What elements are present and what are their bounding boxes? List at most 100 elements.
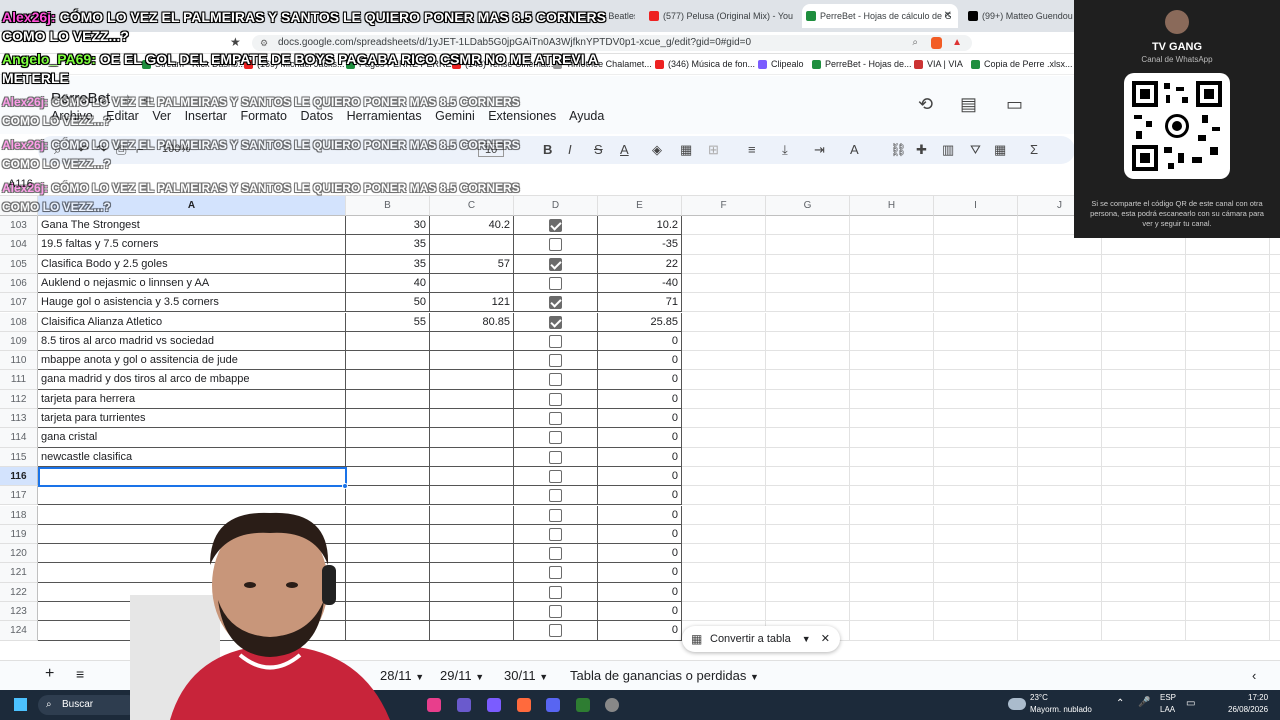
empty-cell[interactable] bbox=[766, 254, 850, 274]
cell-e[interactable]: 71 bbox=[598, 293, 682, 313]
cell-a[interactable]: Clasifica Bodo y 2.5 goles bbox=[38, 254, 346, 274]
row-header[interactable]: 119 bbox=[0, 524, 38, 545]
empty-cell[interactable] bbox=[1102, 351, 1186, 371]
empty-cell[interactable] bbox=[850, 447, 934, 467]
row-header[interactable]: 112 bbox=[0, 389, 38, 409]
cell-c[interactable] bbox=[430, 331, 514, 352]
bookmark-item[interactable]: (346) Música de fon... bbox=[655, 59, 755, 69]
cell-e[interactable]: 22 bbox=[598, 254, 682, 274]
empty-cell[interactable] bbox=[766, 505, 850, 525]
cell-d[interactable] bbox=[514, 447, 598, 467]
empty-cell[interactable] bbox=[1102, 293, 1186, 313]
cell-a[interactable]: gana madrid y dos tiros al arco de mbapp… bbox=[38, 370, 346, 390]
empty-cell[interactable] bbox=[682, 466, 766, 487]
cell-c[interactable] bbox=[430, 602, 514, 622]
row-header[interactable]: 120 bbox=[0, 544, 38, 564]
app-icon[interactable] bbox=[517, 698, 531, 712]
empty-cell[interactable] bbox=[682, 486, 766, 506]
empty-cell[interactable] bbox=[766, 447, 850, 467]
cell-d[interactable] bbox=[514, 621, 598, 641]
empty-cell[interactable] bbox=[934, 370, 1018, 390]
app-icon[interactable] bbox=[576, 698, 590, 712]
column-header[interactable]: G bbox=[766, 196, 850, 216]
empty-cell[interactable] bbox=[766, 428, 850, 448]
cell-c[interactable] bbox=[430, 447, 514, 467]
comments-icon[interactable]: ▤ bbox=[960, 94, 977, 115]
empty-cell[interactable] bbox=[934, 486, 1018, 506]
row-header[interactable]: 117 bbox=[0, 486, 38, 506]
empty-cell[interactable] bbox=[682, 235, 766, 255]
empty-cell[interactable] bbox=[934, 235, 1018, 255]
alert-triangle-icon[interactable]: ▲ bbox=[952, 35, 962, 51]
empty-cell[interactable] bbox=[1018, 428, 1102, 448]
empty-cell[interactable] bbox=[682, 254, 766, 274]
checkbox[interactable] bbox=[549, 469, 562, 483]
cell-d[interactable] bbox=[514, 216, 598, 236]
cell-e[interactable]: 0 bbox=[598, 351, 682, 371]
empty-cell[interactable] bbox=[1102, 486, 1186, 506]
empty-cell[interactable] bbox=[1186, 582, 1270, 602]
empty-cell[interactable] bbox=[1186, 602, 1270, 622]
selected-cell-outline[interactable] bbox=[38, 466, 347, 488]
empty-cell[interactable] bbox=[850, 563, 934, 583]
cell-d[interactable] bbox=[514, 466, 598, 487]
empty-cell[interactable] bbox=[1186, 351, 1270, 371]
network-icon[interactable]: ▭ bbox=[1186, 698, 1195, 709]
empty-cell[interactable] bbox=[1186, 563, 1270, 583]
empty-cell[interactable] bbox=[766, 273, 850, 294]
checkbox[interactable] bbox=[549, 450, 562, 464]
empty-cell[interactable] bbox=[1270, 332, 1280, 352]
cell-a[interactable]: mbappe anota y gol o assitencia de jude bbox=[38, 351, 346, 371]
empty-cell[interactable] bbox=[850, 428, 934, 448]
cell-b[interactable]: 50 bbox=[346, 293, 430, 313]
merge-cells-icon[interactable]: ⊞ bbox=[708, 142, 719, 158]
empty-cell[interactable] bbox=[850, 602, 934, 622]
empty-cell[interactable] bbox=[1186, 428, 1270, 448]
cell-b[interactable] bbox=[346, 486, 430, 506]
cell-c[interactable]: 57 bbox=[430, 254, 514, 274]
empty-cell[interactable] bbox=[1270, 621, 1280, 641]
column-header[interactable]: I bbox=[934, 196, 1018, 216]
cell-c[interactable] bbox=[430, 524, 514, 545]
empty-cell[interactable] bbox=[766, 235, 850, 255]
italic-icon[interactable]: I bbox=[568, 142, 572, 157]
empty-cell[interactable] bbox=[1102, 621, 1186, 641]
tray-chevron-up-icon[interactable]: ⌃ bbox=[1116, 698, 1124, 709]
chevron-down-icon[interactable]: ▼ bbox=[802, 634, 811, 644]
empty-cell[interactable] bbox=[1018, 351, 1102, 371]
empty-cell[interactable] bbox=[1186, 544, 1270, 564]
cell-a[interactable]: tarjeta para herrera bbox=[38, 389, 346, 409]
empty-cell[interactable] bbox=[934, 331, 1018, 352]
cell-e[interactable]: 0 bbox=[598, 331, 682, 352]
cell-a[interactable]: Auklend o nejasmic o linnsen y AA bbox=[38, 273, 346, 294]
sheet-tab[interactable]: Tabla de ganancias o perdidas ▼ bbox=[570, 668, 759, 683]
empty-cell[interactable] bbox=[766, 216, 850, 236]
cell-d[interactable] bbox=[514, 563, 598, 583]
convert-to-table-chip[interactable]: ▦ Convertir a tabla ▼ ✕ bbox=[682, 626, 840, 652]
empty-cell[interactable] bbox=[934, 293, 1018, 313]
empty-cell[interactable] bbox=[682, 216, 766, 236]
microphone-icon[interactable]: 🎤 bbox=[1138, 697, 1150, 708]
empty-cell[interactable] bbox=[1102, 312, 1186, 332]
empty-cell[interactable] bbox=[1018, 505, 1102, 525]
table-views-icon[interactable]: ▦ bbox=[994, 142, 1006, 158]
app-icon[interactable] bbox=[487, 698, 501, 712]
strikethrough-icon[interactable]: S bbox=[594, 142, 603, 157]
empty-cell[interactable] bbox=[1018, 273, 1102, 294]
checkbox[interactable] bbox=[549, 508, 562, 522]
empty-cell[interactable] bbox=[1018, 312, 1102, 332]
empty-cell[interactable] bbox=[934, 505, 1018, 525]
empty-cell[interactable] bbox=[1270, 563, 1280, 583]
cell-c[interactable] bbox=[430, 409, 514, 429]
empty-cell[interactable] bbox=[1102, 389, 1186, 409]
checkbox[interactable] bbox=[549, 334, 562, 348]
cell-e[interactable]: 0 bbox=[598, 505, 682, 525]
empty-cell[interactable] bbox=[934, 621, 1018, 641]
meet-video-icon[interactable]: ▭ bbox=[1006, 94, 1023, 115]
empty-cell[interactable] bbox=[1270, 486, 1280, 506]
cell-b[interactable] bbox=[346, 409, 430, 429]
empty-cell[interactable] bbox=[934, 312, 1018, 332]
cell-a[interactable] bbox=[38, 486, 346, 506]
row-header[interactable]: 113 bbox=[0, 409, 38, 429]
empty-cell[interactable] bbox=[682, 293, 766, 313]
